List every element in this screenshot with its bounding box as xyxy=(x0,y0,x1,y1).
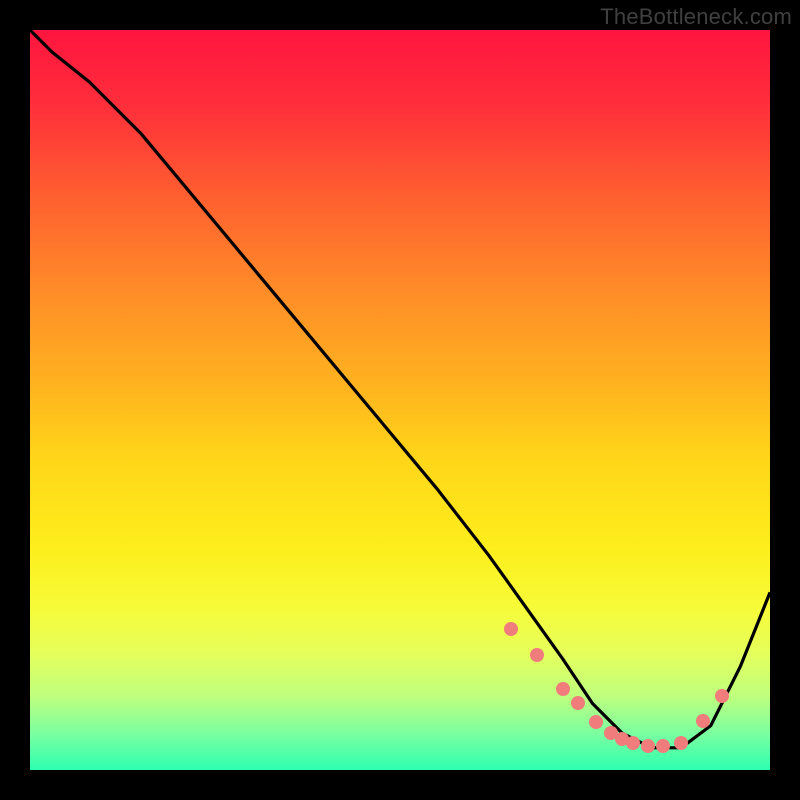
bottleneck-curve xyxy=(30,30,770,748)
marker-dot xyxy=(589,715,603,729)
marker-dot xyxy=(715,689,729,703)
marker-dot xyxy=(656,739,670,753)
watermark-text: TheBottleneck.com xyxy=(600,4,792,30)
chart-frame: TheBottleneck.com xyxy=(0,0,800,800)
marker-dot xyxy=(556,682,570,696)
plot-area xyxy=(30,30,770,770)
curve-svg xyxy=(30,30,770,770)
marker-dot xyxy=(571,696,585,710)
